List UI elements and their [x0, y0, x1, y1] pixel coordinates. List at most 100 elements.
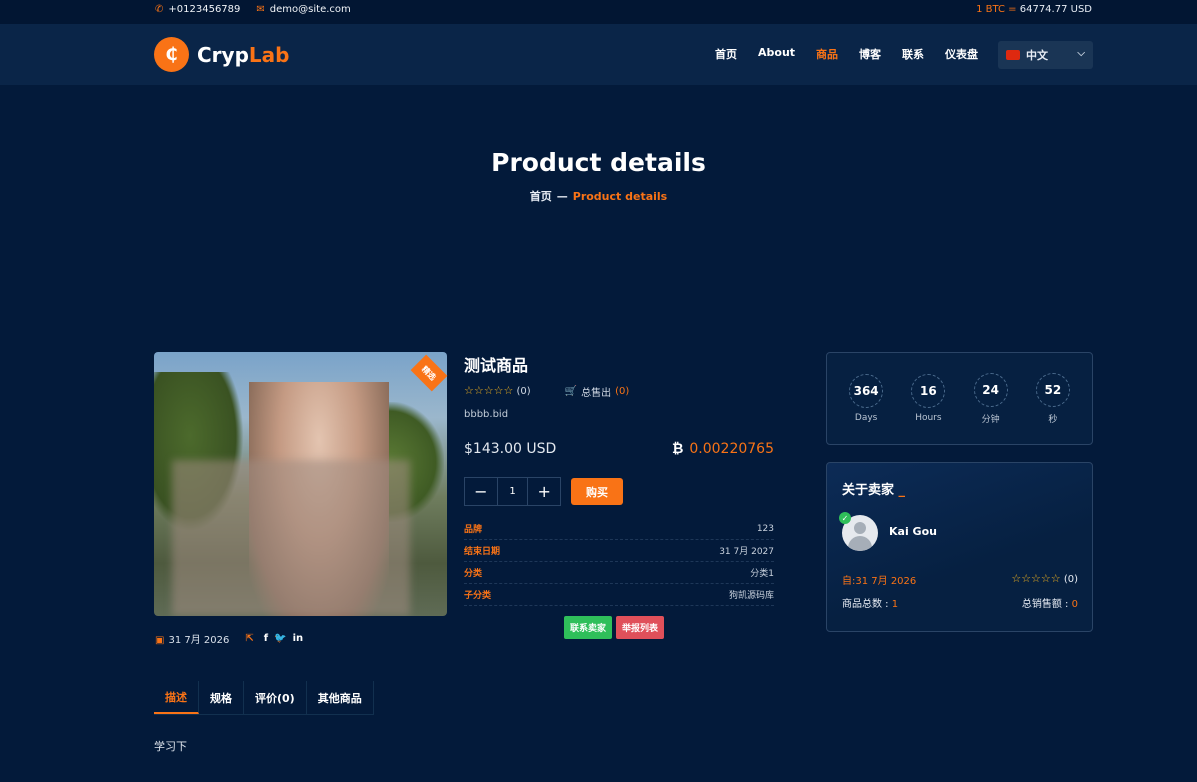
- email-text: demo@site.com: [269, 4, 351, 15]
- btc-rate: 1 BTC = 64774.77 USD: [976, 4, 1092, 15]
- spec-key: 分类: [464, 569, 483, 579]
- spec-value: 狗凯源码库: [728, 591, 774, 601]
- rating-count: (0): [516, 386, 531, 397]
- nav-home[interactable]: 首页: [715, 46, 737, 62]
- product-image[interactable]: [154, 352, 447, 616]
- countdown-value: 16: [911, 374, 946, 408]
- product-date: 31 7月 2026: [168, 635, 230, 646]
- tab-description[interactable]: 描述: [154, 681, 199, 714]
- language-label: 中文: [1026, 49, 1048, 62]
- countdown-hours: 16 Hours: [911, 374, 946, 423]
- tab-other-products[interactable]: 其他商品: [307, 681, 374, 714]
- minus-icon[interactable]: −: [465, 478, 497, 505]
- countdown-label: 秒: [1048, 414, 1058, 425]
- image-meta: ▣ 31 7月 2026 ⇱ f 🐦 in: [155, 631, 303, 646]
- china-flag-icon: [1006, 50, 1020, 60]
- language-select[interactable]: 中文 ⌵: [998, 41, 1093, 69]
- verified-check-icon: ✓: [839, 512, 851, 524]
- seller-card: 关于卖家 _ ✓ Kai Gou 自:31 7月 2026 ☆☆☆☆☆ (0) …: [826, 462, 1093, 632]
- main-nav: 首页 About 商品 博客 联系 仪表盘: [715, 46, 978, 62]
- quantity-stepper: − 1 +: [464, 477, 561, 506]
- total-products: 商品总数 : 1: [842, 595, 898, 610]
- countdown-seconds: 52 秒: [1035, 372, 1070, 425]
- price-btc: 0.00220765: [689, 440, 774, 457]
- countdown-value: 24: [973, 372, 1008, 407]
- spec-key: 结束日期: [464, 547, 501, 557]
- logo-text: CrypLab: [197, 43, 289, 67]
- nav-blog[interactable]: 博客: [859, 46, 881, 62]
- nav-contact[interactable]: 联系: [902, 46, 924, 62]
- price-usd: $143.00 USD: [464, 440, 557, 457]
- logo-text-part1: Cryp: [197, 42, 249, 67]
- spec-table: 品牌 123 结束日期 31 7月 2027 分类 分类1 子分类 狗凯源码库: [464, 518, 774, 606]
- logo-text-part2: Lab: [248, 42, 290, 67]
- product-info: 测试商品 ☆☆☆☆☆ (0) 🛒 总售出 (0) bbbb.bid $143.0…: [464, 352, 774, 606]
- total-products-value: 1: [891, 599, 899, 610]
- countdown-minutes: 24 分钟: [973, 372, 1008, 425]
- navbar: ₵ CrypLab 首页 About 商品 博客 联系 仪表盘 中文 ⌵: [0, 24, 1197, 85]
- seller-heading: 关于卖家 _: [842, 479, 905, 498]
- share-links: ⇱ f 🐦 in: [245, 633, 303, 644]
- countdown-days: 364 Days: [849, 374, 884, 423]
- sold-count: (0): [615, 386, 630, 397]
- contact-seller-button[interactable]: 联系卖家: [564, 616, 613, 639]
- breadcrumb-home[interactable]: 首页: [530, 190, 552, 203]
- email-contact[interactable]: ✉ demo@site.com: [256, 4, 350, 15]
- countdown-label: Days: [854, 413, 878, 423]
- spec-value: 分类1: [750, 569, 774, 579]
- phone-contact[interactable]: ✆ +0123456789: [155, 4, 240, 15]
- bitcoin-icon: ₿: [671, 441, 684, 457]
- star-rating-icon: ☆☆☆☆☆: [1011, 572, 1061, 585]
- product-title: 测试商品: [464, 356, 529, 375]
- tab-specs[interactable]: 规格: [199, 681, 244, 714]
- spec-row: 结束日期 31 7月 2027: [464, 540, 774, 562]
- breadcrumb-separator: —: [556, 190, 568, 203]
- total-sales-value: 0: [1071, 599, 1078, 610]
- nav-about[interactable]: About: [758, 46, 795, 62]
- chevron-down-icon: ⌵: [1077, 48, 1085, 59]
- nav-dashboard[interactable]: 仪表盘: [945, 46, 978, 62]
- report-button[interactable]: 举报列表: [616, 616, 665, 639]
- spec-row: 分类 分类1: [464, 562, 774, 584]
- plus-icon[interactable]: +: [528, 478, 560, 505]
- seller-since-row: 自:31 7月 2026 ☆☆☆☆☆ (0): [842, 572, 1078, 587]
- phone-icon: ✆: [155, 4, 164, 15]
- quantity-value[interactable]: 1: [496, 478, 529, 505]
- sold-label: 总售出: [581, 388, 612, 399]
- page-title: Product details: [491, 148, 706, 177]
- seller-rating-count: (0): [1063, 574, 1078, 585]
- countdown-label: 分钟: [981, 414, 1000, 425]
- top-bar: ✆ +0123456789 ✉ demo@site.com 1 BTC = 64…: [0, 0, 1197, 24]
- twitter-icon[interactable]: 🐦: [274, 633, 286, 644]
- bid-text: bbbb.bid: [464, 409, 509, 420]
- nav-products[interactable]: 商品: [816, 46, 838, 62]
- product-rating: ☆☆☆☆☆ (0): [464, 384, 531, 399]
- seller-heading-text: 关于卖家: [842, 483, 895, 498]
- phone-text: +0123456789: [168, 4, 241, 15]
- breadcrumb: 首页 — Product details: [0, 188, 1197, 204]
- btc-rate-label: 1 BTC =: [976, 4, 1017, 15]
- logo[interactable]: ₵ CrypLab: [154, 37, 289, 72]
- total-sales: 总销售额 : 0: [1022, 595, 1078, 610]
- date-meta: ▣ 31 7月 2026: [155, 631, 229, 646]
- spec-key: 品牌: [464, 525, 483, 535]
- since-value: 31 7月 2026: [855, 576, 917, 587]
- countdown-timer: 364 Days 16 Hours 24 分钟 52 秒: [826, 352, 1093, 445]
- star-rating-icon: ☆☆☆☆☆: [464, 384, 514, 397]
- total-sales-label: 总销售额 :: [1021, 599, 1069, 610]
- tab-reviews[interactable]: 评价(0): [244, 681, 307, 714]
- linkedin-icon[interactable]: in: [293, 633, 304, 644]
- seller-name[interactable]: Kai Gou: [889, 525, 937, 538]
- countdown-label: Hours: [915, 413, 942, 423]
- mail-icon: ✉: [256, 4, 265, 15]
- countdown-value: 52: [1035, 372, 1070, 407]
- btc-rate-value: 64774.77 USD: [1019, 4, 1092, 15]
- since-label: 自:: [842, 576, 856, 587]
- cart-icon: 🛒: [564, 386, 578, 397]
- facebook-icon[interactable]: f: [264, 633, 268, 644]
- spec-value: 123: [756, 523, 774, 534]
- total-sold: 🛒 总售出 (0): [565, 384, 630, 399]
- buy-button[interactable]: 购买: [571, 478, 623, 505]
- price-btc-wrap: ₿ 0.00220765: [671, 440, 774, 458]
- image-blur-overlay: [172, 460, 410, 616]
